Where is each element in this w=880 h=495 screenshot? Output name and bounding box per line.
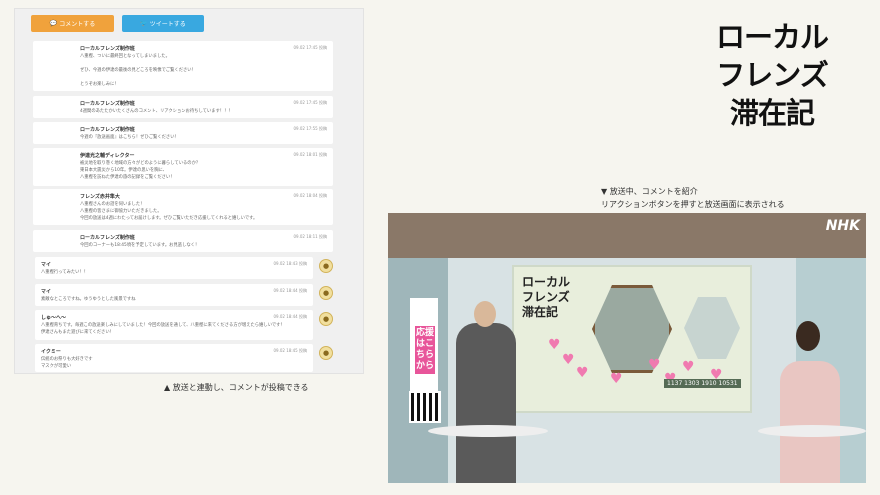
comment-card: フレンズ赤井隼大 09.02 18:04 投稿 八重樫さんのお話を伺いました！ … — [33, 189, 333, 225]
user-comment-card: マイ 09.02 18:43 投稿 八重樫行ってみたい！！ — [35, 257, 313, 279]
avatar: ● — [319, 259, 333, 273]
avatar: ● — [319, 312, 333, 326]
comment-card: ローカルフレンズ制作班 09.02 18:11 投稿 今回のコーナーも18:45… — [33, 230, 333, 252]
avatar: ● — [319, 286, 333, 300]
host-male — [456, 323, 516, 483]
heart-icon: ♥ — [548, 337, 561, 353]
user-comment-card: イクミー 09.02 18:45 投稿 伝統のお祭りも大好きです マスクが可愛い — [35, 344, 313, 372]
heart-icon: ♥ — [562, 352, 575, 368]
tweet-button[interactable]: 🐦 ツイートする — [122, 15, 204, 32]
heart-icon: ♥ — [576, 365, 589, 381]
heart-icon: ♥ — [648, 357, 661, 373]
host-female — [780, 361, 840, 483]
broadcast-screenshot: NHK ローカル フレンズ 滞在記 ♥ ♥ ♥ ♥ ♥ ♥ ♥ ♥ 1137 1… — [388, 213, 866, 483]
comment-card: ローカルフレンズ制作班 09.02 17:45 投稿 八重樫、ついに最終回となっ… — [33, 41, 333, 91]
bird-icon: 🐦 — [140, 20, 148, 27]
channel-logo: NHK — [825, 218, 860, 234]
comment-card: ローカルフレンズ制作班 09.02 17:45 投稿 4週間のあたたかいたくさん… — [33, 96, 333, 118]
user-comment-card: しゅ〜へ〜 09.02 18:44 投稿 八重樫育ちです。毎週この放送楽しみにし… — [35, 310, 313, 340]
comment-icon: 💬 — [49, 20, 58, 27]
screen-title: ローカル フレンズ 滞在記 — [522, 275, 571, 319]
comment-card: ローカルフレンズ制作班 09.02 17:55 投稿 今週の『放送画面』はこちら… — [33, 122, 333, 144]
caption-left: ▲ 放送と連動し、コメントが投稿できる — [164, 383, 309, 392]
user-comment-card: マイ 09.02 18:44 投稿 素敵なところですね。ゆうゆうとした風景ですね — [35, 284, 313, 306]
reaction-counts: 1137 1303 1910 10531 — [664, 379, 741, 388]
heart-icon: ♥ — [610, 371, 623, 387]
comment-card: 伊達光之輔ディレクター 09.02 18:01 投稿 被災地を取り巻く地域の方々… — [33, 148, 333, 186]
qr-code — [409, 391, 441, 423]
photo-hexagon — [684, 297, 740, 359]
caption-right: ▼ 放送中、コメントを紹介 リアクションボタンを押すと放送画面に表示される — [601, 187, 785, 209]
program-logo: ローカル フレンズ 滞在記 — [716, 20, 829, 130]
comment-button[interactable]: 💬 コメントする — [31, 15, 114, 32]
heart-icon: ♥ — [682, 359, 695, 375]
avatar: ● — [319, 346, 333, 360]
studio-screen: ローカル フレンズ 滞在記 ♥ ♥ ♥ ♥ ♥ ♥ ♥ ♥ 1137 1303 … — [512, 265, 752, 413]
comment-panel: 💬コメントする 🐦ツイートする ● ローカルフレンズ制作班 09.02 17:4… — [14, 8, 364, 374]
